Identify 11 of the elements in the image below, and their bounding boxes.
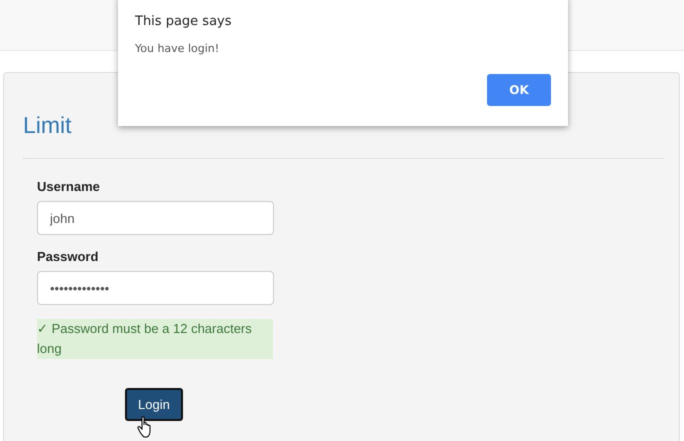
validation-message: ✓ Password must be a 12 characters long: [37, 319, 273, 359]
field-label: Password: [37, 249, 100, 264]
input-field[interactable]: john: [37, 201, 274, 235]
dialog-message: You have login!: [135, 42, 220, 55]
field-label: Username: [37, 179, 101, 194]
ok-button[interactable]: OK: [487, 74, 551, 106]
dialog-title: This page says: [135, 14, 233, 29]
page-heading: Limit: [23, 111, 73, 139]
hand-pointer-icon: [136, 416, 153, 438]
login-button[interactable]: Login: [125, 388, 183, 421]
input-field[interactable]: •••••••••••••: [37, 271, 274, 305]
